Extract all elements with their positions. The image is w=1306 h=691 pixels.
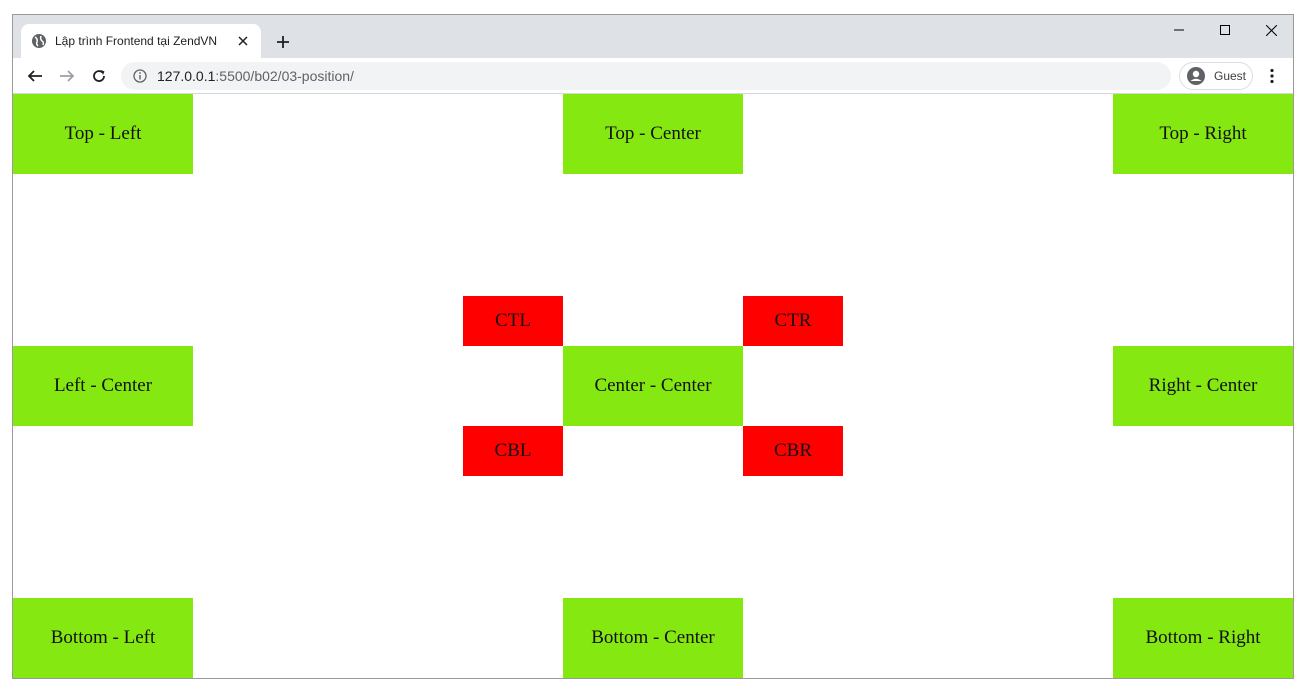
- box-center-center: Center - Center: [563, 346, 743, 426]
- box-cbl: CBL: [463, 426, 563, 476]
- profile-button[interactable]: Guest: [1179, 62, 1253, 90]
- box-cbr: CBR: [743, 426, 843, 476]
- forward-arrow-icon[interactable]: [54, 63, 80, 89]
- close-tab-icon[interactable]: [235, 33, 251, 49]
- minimize-icon[interactable]: [1156, 15, 1202, 45]
- box-ctl: CTL: [463, 296, 563, 346]
- page-viewport: Top - Left Top - Center Top - Right Left…: [13, 94, 1293, 678]
- tab-strip: Lập trình Frontend tại ZendVN: [13, 15, 1293, 58]
- url-host: 127.0.0.1: [157, 68, 216, 84]
- box-bottom-right: Bottom - Right: [1113, 598, 1293, 678]
- browser-toolbar: 127.0.0.1:5500/b02/03-position/ Guest: [13, 58, 1293, 94]
- close-window-icon[interactable]: [1248, 15, 1293, 45]
- maximize-icon[interactable]: [1202, 15, 1248, 45]
- active-tab[interactable]: Lập trình Frontend tại ZendVN: [21, 24, 261, 58]
- box-top-right: Top - Right: [1113, 94, 1293, 174]
- box-ctr: CTR: [743, 296, 843, 346]
- box-top-center: Top - Center: [563, 94, 743, 174]
- browser-window: Lập trình Frontend tại ZendVN 127.0.0.1:…: [12, 14, 1294, 679]
- back-arrow-icon[interactable]: [22, 63, 48, 89]
- avatar-icon: [1186, 66, 1206, 86]
- box-bottom-left: Bottom - Left: [13, 598, 193, 678]
- kebab-menu-icon[interactable]: [1259, 63, 1285, 89]
- tab-title: Lập trình Frontend tại ZendVN: [55, 34, 218, 48]
- globe-icon: [31, 33, 47, 49]
- box-top-left: Top - Left: [13, 94, 193, 174]
- box-bottom-center: Bottom - Center: [563, 598, 743, 678]
- url-path: :5500/b02/03-position/: [215, 68, 354, 84]
- url-text[interactable]: 127.0.0.1:5500/b02/03-position/: [157, 68, 354, 84]
- reload-icon[interactable]: [86, 63, 112, 89]
- new-tab-button[interactable]: [271, 30, 295, 54]
- address-bar[interactable]: 127.0.0.1:5500/b02/03-position/: [121, 62, 1171, 90]
- info-icon[interactable]: [133, 69, 147, 83]
- profile-label: Guest: [1214, 69, 1247, 83]
- box-left-center: Left - Center: [13, 346, 193, 426]
- box-right-center: Right - Center: [1113, 346, 1293, 426]
